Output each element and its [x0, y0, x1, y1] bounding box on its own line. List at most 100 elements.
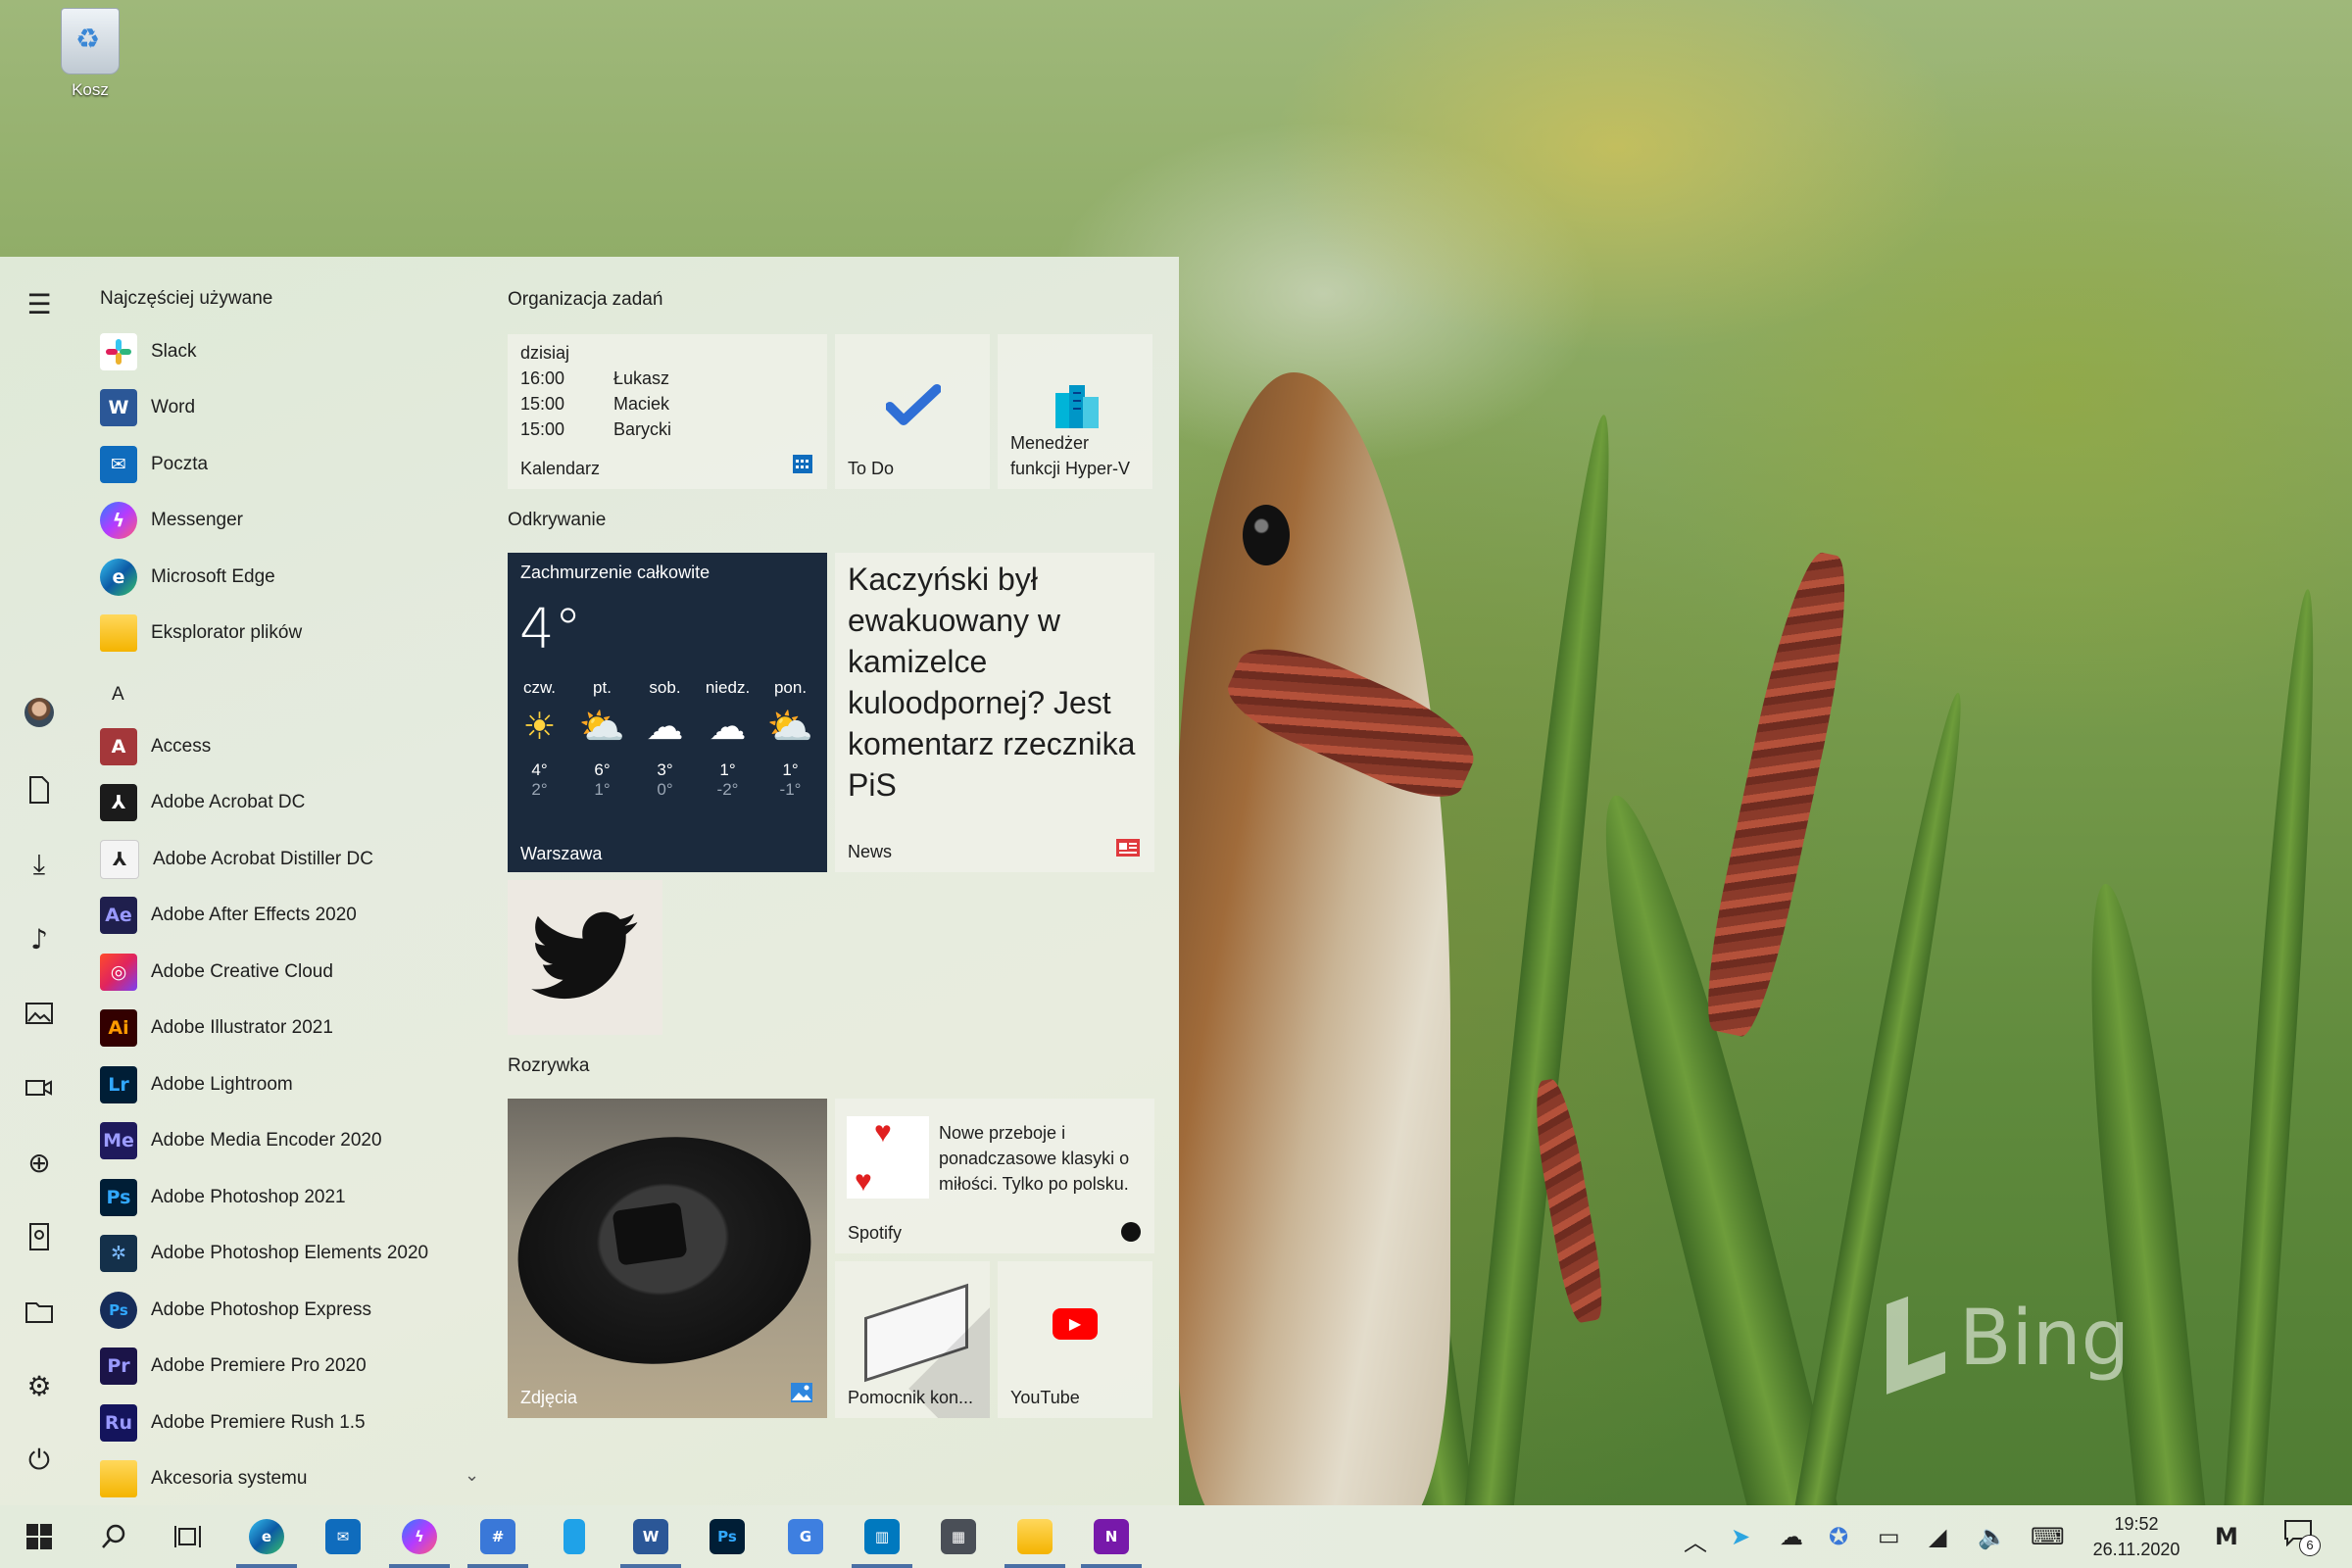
power-icon[interactable]: ⏻ — [18, 1439, 61, 1482]
app-illustrator[interactable]: Ai Adobe Illustrator 2021 — [100, 1003, 492, 1054]
tile-weather[interactable]: Zachmurzenie całkowite 4° czw. ☀ 4° 2° p… — [508, 553, 827, 872]
app-premiere-rush[interactable]: Ru Adobe Premiere Rush 1.5 — [100, 1397, 492, 1448]
running-indicator — [1004, 1564, 1065, 1568]
tile-todo[interactable]: To Do — [835, 334, 990, 489]
app-folder-akcesoria[interactable]: Akcesoria systemu ⌄ — [100, 1453, 492, 1504]
clock-date: 26.11.2020 — [2092, 1540, 2180, 1559]
taskbar-calculator[interactable]: ▦ — [937, 1515, 980, 1558]
group-header-organizacja[interactable]: Organizacja zadań — [508, 289, 662, 311]
app-edge[interactable]: e Microsoft Edge — [100, 552, 492, 603]
app-media-encoder[interactable]: Me Adobe Media Encoder 2020 — [100, 1115, 492, 1166]
forecast-low: -1° — [779, 780, 802, 799]
tile-label: Pomocnik kon... — [848, 1388, 974, 1407]
tile-hyperv[interactable]: Menedżer funkcji Hyper-V — [998, 334, 1152, 489]
network-globe-icon[interactable]: ⊕ — [18, 1141, 61, 1184]
folder-icon — [1017, 1519, 1053, 1554]
taskbar-phone[interactable] — [553, 1515, 596, 1558]
taskbar-edge[interactable]: e — [245, 1515, 288, 1558]
music-icon[interactable]: ♪ — [18, 917, 61, 960]
tile-spotify[interactable]: ♥ ♥ Nowe przeboje i ponadczasowe klasyki… — [835, 1099, 1154, 1253]
meet-now-icon[interactable]: Ⅿ — [2215, 1523, 2238, 1550]
forecast-day-name: pon. — [773, 678, 808, 697]
app-access[interactable]: A Access — [100, 721, 492, 772]
event-name: Maciek — [613, 394, 670, 414]
taskbar-file-explorer[interactable] — [1013, 1515, 1056, 1558]
app-word[interactable]: W Word — [100, 382, 492, 433]
access-icon: A — [100, 728, 137, 765]
app-label: Messenger — [151, 510, 243, 530]
acrobat-icon: ⅄ — [100, 784, 137, 821]
forecast-high: 6° — [594, 760, 611, 779]
app-acrobat-distiller[interactable]: ⅄ Adobe Acrobat Distiller DC — [100, 834, 492, 885]
word-icon: W — [100, 389, 137, 426]
forecast-day-name: czw. — [522, 678, 557, 697]
pictures-icon[interactable] — [18, 992, 61, 1035]
app-messenger[interactable]: ϟ Messenger — [100, 495, 492, 546]
letter-header-a[interactable]: A — [112, 684, 124, 706]
security-icon[interactable]: ✪ — [1829, 1523, 1848, 1550]
taskbar-photoshop[interactable]: Ps — [706, 1515, 749, 1558]
windows-start-icon[interactable] — [18, 1515, 61, 1558]
taskbar-word[interactable]: W — [629, 1515, 672, 1558]
group-header-odkrywanie[interactable]: Odkrywanie — [508, 510, 606, 531]
mail-icon: ✉ — [100, 446, 137, 483]
onedrive-cloud-icon[interactable]: ☁ — [1780, 1523, 1803, 1550]
tile-twitter[interactable] — [508, 880, 662, 1035]
hamburger-menu-icon[interactable]: ☰ — [18, 282, 61, 325]
user-avatar[interactable] — [24, 698, 54, 727]
taskbar-trello[interactable]: ▥ — [860, 1515, 904, 1558]
tile-youtube[interactable]: ▶ YouTube — [998, 1261, 1152, 1418]
forecast-high: 3° — [657, 760, 673, 779]
telegram-icon[interactable]: ➤ — [1731, 1523, 1750, 1550]
tile-photos[interactable]: Zdjęcia — [508, 1099, 827, 1418]
tile-pomocnik[interactable]: Pomocnik kon... — [835, 1261, 990, 1418]
group-header-rozrywka[interactable]: Rozrywka — [508, 1055, 589, 1077]
clock[interactable]: 19:52 26.11.2020 — [2068, 1511, 2205, 1562]
taskbar-messenger[interactable]: ϟ — [398, 1515, 441, 1558]
volume-icon[interactable]: 🔈 — [1978, 1523, 2007, 1550]
battery-icon[interactable]: ▭ — [1878, 1523, 1900, 1550]
taskbar: e ✉ ϟ # W Ps G ▥ ▦ N ︿ ➤ ☁ ✪ ▭ ◢ 🔈 ⌨ 19:… — [0, 1505, 2352, 1568]
action-center-notification-icon[interactable]: 6 — [2283, 1519, 2323, 1558]
taskbar-onenote[interactable]: N — [1090, 1515, 1133, 1558]
wifi-icon[interactable]: ◢ — [1929, 1523, 1946, 1550]
chipmunk-eye — [1243, 505, 1290, 565]
taskbar-slack[interactable]: # — [476, 1515, 519, 1558]
app-label: Adobe Photoshop Elements 2020 — [151, 1243, 429, 1263]
app-slack[interactable]: Slack — [100, 326, 492, 377]
settings-gear-icon[interactable]: ⚙ — [18, 1364, 61, 1407]
after-effects-icon: Ae — [100, 897, 137, 934]
slack-icon — [100, 333, 137, 370]
tile-calendar[interactable]: dzisiaj 16:00 Łukasz 15:00 Maciek 15:00 … — [508, 334, 827, 489]
app-premiere-pro[interactable]: Pr Adobe Premiere Pro 2020 — [100, 1341, 492, 1392]
app-poczta[interactable]: ✉ Poczta — [100, 439, 492, 490]
app-photoshop[interactable]: Ps Adobe Photoshop 2021 — [100, 1172, 492, 1223]
taskbar-mail[interactable]: ✉ — [321, 1515, 365, 1558]
tile-label: YouTube — [1010, 1388, 1080, 1407]
videos-icon[interactable] — [18, 1066, 61, 1109]
show-hidden-icons-chevron-up-icon[interactable]: ︿ — [1684, 1523, 1707, 1557]
taskbar-translator[interactable]: G — [784, 1515, 827, 1558]
app-lightroom[interactable]: Lr Adobe Lightroom — [100, 1059, 492, 1110]
recycle-bin-label: Kosz — [72, 80, 109, 99]
event-time: 15:00 — [520, 394, 565, 414]
task-view-icon[interactable] — [167, 1515, 210, 1558]
tile-label: News — [848, 842, 893, 861]
app-label: Adobe Premiere Rush 1.5 — [151, 1412, 366, 1433]
app-creative-cloud[interactable]: ◎ Adobe Creative Cloud — [100, 947, 492, 998]
photoshop-icon: Ps — [100, 1179, 137, 1216]
downloads-icon[interactable]: ⤓ — [18, 843, 61, 886]
tile-news[interactable]: Kaczyński był ewakuowany w kamizelce kul… — [835, 553, 1154, 872]
recycle-bin[interactable]: Kosz — [49, 8, 131, 100]
forecast-low: -2° — [716, 780, 739, 799]
search-icon[interactable] — [92, 1515, 135, 1558]
app-after-effects[interactable]: Ae Adobe After Effects 2020 — [100, 890, 492, 941]
app-acrobat-dc[interactable]: ⅄ Adobe Acrobat DC — [100, 777, 492, 828]
documents-icon[interactable] — [18, 768, 61, 811]
app-photoshop-elements[interactable]: ✲ Adobe Photoshop Elements 2020 — [100, 1228, 492, 1279]
personal-folder-icon[interactable] — [18, 1215, 61, 1258]
app-photoshop-express[interactable]: Ps Adobe Photoshop Express — [100, 1285, 492, 1336]
app-file-explorer[interactable]: Eksplorator plików — [100, 608, 492, 659]
file-explorer-rail-icon[interactable] — [18, 1290, 61, 1333]
keyboard-icon[interactable]: ⌨ — [2031, 1523, 2065, 1550]
